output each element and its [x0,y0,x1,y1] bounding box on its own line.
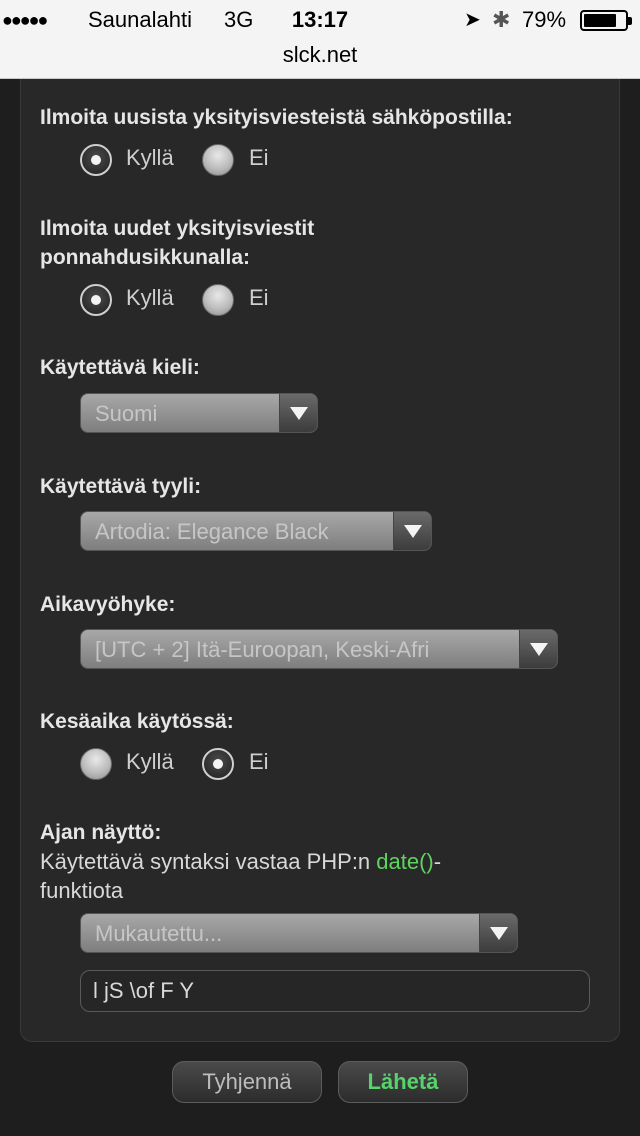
dst-yes-radio[interactable] [80,748,112,780]
dst-no-label[interactable]: Ei [249,748,269,776]
dst-yes-label[interactable]: Kyllä [126,748,174,776]
popup-pm-label-line1: Ilmoita uudet yksityisviestit [40,217,315,240]
popup-pm-yes-label[interactable]: Kyllä [126,284,174,312]
date-format-select-value: Mukautettu... [95,921,223,946]
popup-pm-no-label[interactable]: Ei [249,284,269,312]
bluetooth-icon: ✱ [492,7,511,32]
language-select[interactable]: Suomi [80,393,318,433]
php-date-link[interactable]: date() [376,849,433,874]
submit-button[interactable]: Lähetä [338,1061,468,1103]
email-pm-no-radio[interactable] [202,144,234,176]
status-bar: ●●●●● Saunalahti 3G 13:17 ➤ ✱ 79% [0,0,640,40]
battery-icon [580,10,632,31]
popup-pm-yes-radio[interactable] [80,284,112,316]
browser-chrome: ●●●●● Saunalahti 3G 13:17 ➤ ✱ 79% slck.n… [0,0,640,79]
dst-label: Kesäaika käytössä: [40,710,234,733]
style-select[interactable]: Artodia: Elegance Black [80,511,432,551]
timezone-select[interactable]: [UTC + 2] Itä-Euroopan, Keski-Afri [80,629,558,669]
popup-pm-no-radio[interactable] [202,284,234,316]
date-format-label: Ajan näyttö: [40,821,162,844]
chevron-down-icon [479,914,517,952]
dst-no-radio[interactable] [202,748,234,780]
chevron-down-icon [519,630,557,668]
email-pm-no-label[interactable]: Ei [249,144,269,172]
battery-fill [584,14,616,27]
location-icon: ➤ [464,9,481,31]
date-format-description: Käytettävä syntaksi vastaa PHP:n date()- [40,849,442,874]
date-format-input[interactable] [80,970,590,1012]
date-format-select[interactable]: Mukautettu... [80,913,518,953]
timezone-select-value: [UTC + 2] Itä-Euroopan, Keski-Afri [95,637,430,662]
chevron-down-icon [393,512,431,550]
style-label: Käytettävä tyyli: [40,475,202,498]
language-label: Käytettävä kieli: [40,356,200,379]
style-select-value: Artodia: Elegance Black [95,519,329,544]
reset-button[interactable]: Tyhjennä [172,1061,322,1103]
battery-percent: 79% [522,7,567,32]
timezone-label: Aikavyöhyke: [40,593,176,616]
language-select-value: Suomi [95,401,158,426]
email-pm-label: Ilmoita uusista yksityisviesteistä sähkö… [40,106,513,129]
email-pm-yes-label[interactable]: Kyllä [126,144,174,172]
date-format-description-line2: funktiota [40,878,124,903]
chevron-down-icon [279,394,317,432]
popup-pm-label-line2: ponnahdusikkunalla: [40,246,251,269]
url-bar[interactable]: slck.net [0,40,640,70]
email-pm-yes-radio[interactable] [80,144,112,176]
